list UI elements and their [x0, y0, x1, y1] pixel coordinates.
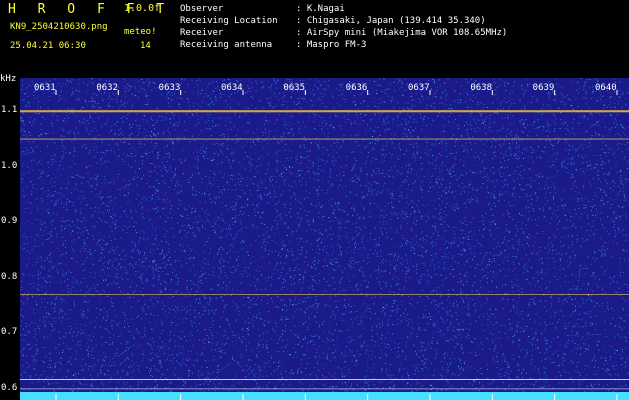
meta-key: Receiving antenna — [180, 40, 273, 50]
meta-row-receiver: Receiver : AirSpy mini (Miakejima VOR 108… — [180, 27, 507, 39]
meta-value: : Maspro FM-3 — [296, 40, 367, 50]
frequency-tick-label: 0.6 — [1, 382, 18, 393]
time-tick-label: 0634 — [221, 83, 243, 93]
app-version: 1.0.0f — [124, 3, 161, 14]
meteo-label: meteo! — [124, 27, 157, 37]
time-tick-label: 0638 — [470, 83, 492, 93]
meta-key: Observer — [180, 4, 224, 14]
time-tick-label: 0635 — [283, 83, 305, 93]
frequency-tick-label: 0.9 — [1, 216, 18, 227]
time-tick-label: 0632 — [96, 83, 118, 93]
time-tick-label: 0636 — [346, 83, 368, 93]
time-tick-label: 0639 — [533, 83, 555, 93]
meteo-count: 14 — [140, 41, 151, 51]
time-tick-label: 0637 — [408, 83, 430, 93]
frequency-tick-label: 1.0 — [1, 160, 18, 171]
frequency-tick-label: 1.1 — [1, 105, 18, 116]
capture-datetime: 25.04.21 06:30 — [10, 41, 86, 51]
meta-value: : K.Nagai — [296, 4, 345, 14]
observation-metadata: Observer : K.Nagai Receiving Location : Ch… — [180, 3, 507, 51]
meta-row-observer: Observer : K.Nagai — [180, 3, 507, 15]
baseline-band — [20, 392, 629, 400]
time-tick-label: 0631 — [34, 83, 56, 93]
meta-value: : Chigasaki, Japan (139.414 35.340) — [296, 16, 486, 26]
meta-key: Receiver — [180, 28, 224, 38]
time-tick-label: 0633 — [159, 83, 181, 93]
time-tick-label: 0640 — [595, 83, 617, 93]
meta-row-location: Receiving Location : Chigasaki, Japan (13… — [180, 15, 507, 27]
frequency-axis: 1.1 1.0 0.9 0.8 0.7 0.6 — [0, 78, 20, 400]
frequency-tick-label: 0.7 — [1, 327, 18, 338]
meta-row-antenna: Receiving antenna : Maspro FM-3 — [180, 39, 507, 51]
meta-key: Receiving Location — [180, 16, 278, 26]
spectrogram-plot[interactable]: 0631 0632 0633 0634 0635 0636 0637 0638 0639 0640 — [20, 78, 629, 400]
frequency-tick-label: 0.8 — [1, 271, 18, 282]
meta-value: : AirSpy mini (Miakejima VOR 108.65MHz) — [296, 28, 508, 38]
header-panel: H R O F F T 1.0.0f KN9_2504210630.png me… — [0, 0, 629, 74]
image-filename: KN9_2504210630.png — [10, 22, 108, 32]
